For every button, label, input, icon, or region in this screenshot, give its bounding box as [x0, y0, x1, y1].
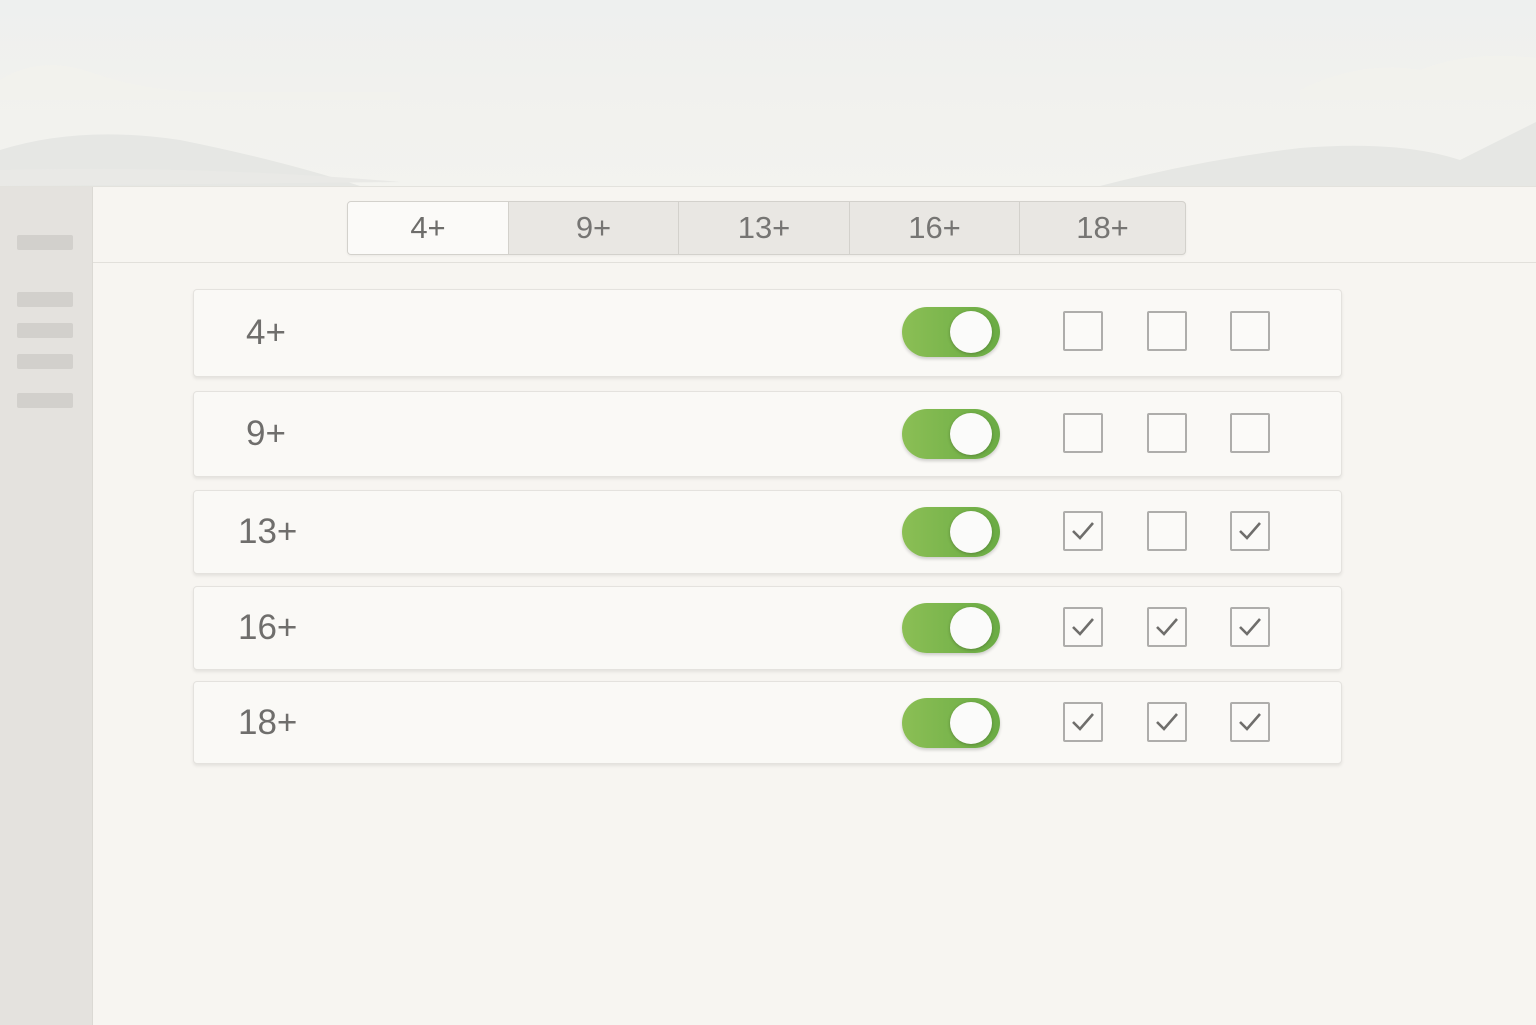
- age-rating-row: 4+: [193, 289, 1342, 377]
- age-rating-label: 13+: [238, 512, 298, 551]
- sidebar-item-placeholder[interactable]: [17, 235, 73, 250]
- row-checkbox[interactable]: [1147, 702, 1187, 742]
- toggle-knob: [950, 702, 992, 744]
- age-rating-toggle[interactable]: [902, 698, 1000, 748]
- age-rating-toggle[interactable]: [902, 307, 1000, 357]
- row-checkbox[interactable]: [1147, 413, 1187, 453]
- row-checkbox[interactable]: [1063, 702, 1103, 742]
- age-tab-bar: 4+ 9+ 13+ 16+ 18+: [347, 201, 1186, 255]
- sidebar-item-placeholder[interactable]: [17, 354, 73, 369]
- age-rating-row: 9+: [193, 391, 1342, 477]
- row-checkbox[interactable]: [1230, 607, 1270, 647]
- hills-illustration: [0, 55, 1536, 186]
- age-rating-row: 18+: [193, 681, 1342, 764]
- tab-18-plus[interactable]: 18+: [1019, 202, 1185, 254]
- toggle-knob: [950, 311, 992, 353]
- checkmark-icon: [1239, 713, 1261, 731]
- row-checkbox[interactable]: [1147, 311, 1187, 351]
- tab-4-plus[interactable]: 4+: [348, 202, 508, 254]
- age-rating-row: 16+: [193, 586, 1342, 670]
- age-rating-row: 13+: [193, 490, 1342, 574]
- age-rating-toggle[interactable]: [902, 507, 1000, 557]
- row-checkbox[interactable]: [1063, 511, 1103, 551]
- checkmark-icon: [1156, 618, 1178, 636]
- toggle-knob: [950, 413, 992, 455]
- checkmark-icon: [1072, 618, 1094, 636]
- age-rating-label: 4+: [246, 313, 286, 352]
- row-checkbox[interactable]: [1147, 607, 1187, 647]
- toggle-knob: [950, 607, 992, 649]
- row-checkbox[interactable]: [1230, 702, 1270, 742]
- row-checkbox[interactable]: [1063, 311, 1103, 351]
- age-rating-label: 16+: [238, 608, 298, 647]
- age-rating-label: 18+: [238, 702, 298, 742]
- sidebar-item-placeholder[interactable]: [17, 292, 73, 307]
- checkmark-icon: [1239, 522, 1261, 540]
- tab-9-plus[interactable]: 9+: [508, 202, 678, 254]
- row-checkbox[interactable]: [1063, 607, 1103, 647]
- tab-13-plus[interactable]: 13+: [678, 202, 849, 254]
- checkmark-icon: [1239, 618, 1261, 636]
- age-rating-toggle[interactable]: [902, 603, 1000, 653]
- sidebar: [0, 187, 93, 1025]
- age-rating-toggle[interactable]: [902, 409, 1000, 459]
- checkmark-icon: [1156, 713, 1178, 731]
- tab-16-plus[interactable]: 16+: [849, 202, 1019, 254]
- row-checkbox[interactable]: [1063, 413, 1103, 453]
- row-checkbox[interactable]: [1147, 511, 1187, 551]
- age-rating-label: 9+: [246, 414, 286, 453]
- row-checkbox[interactable]: [1230, 511, 1270, 551]
- row-checkbox[interactable]: [1230, 311, 1270, 351]
- landscape-backdrop: [0, 0, 1536, 190]
- checkmark-icon: [1072, 522, 1094, 540]
- row-checkbox[interactable]: [1230, 413, 1270, 453]
- checkmark-icon: [1072, 713, 1094, 731]
- sidebar-item-placeholder[interactable]: [17, 393, 73, 408]
- toggle-knob: [950, 511, 992, 553]
- sidebar-item-placeholder[interactable]: [17, 323, 73, 338]
